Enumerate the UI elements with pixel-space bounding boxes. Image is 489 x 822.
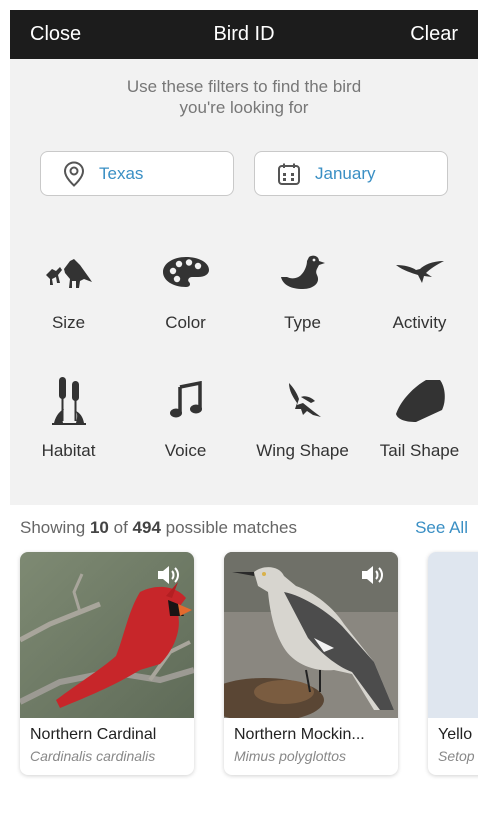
bird-photo bbox=[428, 552, 478, 718]
speaker-icon[interactable] bbox=[156, 564, 182, 586]
calendar-icon bbox=[278, 163, 300, 185]
bird-photo bbox=[224, 552, 398, 718]
app-frame: Close Bird ID Clear Use these filters to… bbox=[10, 10, 478, 810]
category-label: Tail Shape bbox=[379, 441, 460, 460]
date-picker[interactable]: January bbox=[254, 151, 448, 196]
bird-card[interactable]: Northern Mockin... Mimus polyglottos bbox=[224, 552, 398, 775]
category-label: Color bbox=[165, 313, 206, 332]
results-header: Showing 10 of 494 possible matches See A… bbox=[10, 505, 478, 538]
location-value: Texas bbox=[99, 163, 144, 183]
match-count: Showing 10 of 494 possible matches bbox=[20, 518, 297, 538]
category-grid: Size Color Type Activity Habitat Voice W… bbox=[10, 237, 478, 493]
category-label: Habitat bbox=[41, 441, 96, 460]
clear-button[interactable]: Clear bbox=[410, 23, 458, 46]
cattail-icon bbox=[51, 377, 86, 425]
location-picker[interactable]: Texas bbox=[40, 151, 234, 196]
bird-scientific-name: Mimus polyglottos bbox=[234, 748, 347, 764]
category-label: Type bbox=[284, 313, 321, 332]
palette-icon bbox=[162, 257, 209, 287]
count-shown: 10 bbox=[89, 518, 109, 537]
category-label: Wing Shape bbox=[256, 441, 349, 460]
picker-row: Texas January bbox=[40, 151, 448, 196]
count-suffix: possible matches bbox=[165, 518, 297, 537]
category-voice[interactable]: Voice bbox=[127, 365, 244, 493]
location-pin-icon bbox=[63, 160, 85, 187]
bird-common-name: Northern Mockin... bbox=[234, 726, 365, 743]
bird-photo bbox=[20, 552, 194, 718]
count-total: 494 bbox=[132, 518, 161, 537]
category-activity[interactable]: Activity bbox=[361, 237, 478, 365]
bird-card[interactable]: Yello Setop bbox=[428, 552, 478, 775]
close-button[interactable]: Close bbox=[30, 23, 81, 46]
tail-shape-icon bbox=[395, 380, 445, 422]
speaker-icon[interactable] bbox=[360, 564, 386, 586]
results-section: Showing 10 of 494 possible matches See A… bbox=[10, 505, 478, 810]
category-wing-shape[interactable]: Wing Shape bbox=[244, 365, 361, 493]
filter-hint: Use these filters to find the bird you'r… bbox=[126, 77, 362, 117]
bird-card[interactable]: Northern Cardinal Cardinalis cardinalis bbox=[20, 552, 194, 775]
date-value: January bbox=[315, 163, 376, 183]
size-birds-icon bbox=[45, 259, 92, 288]
bird-common-name: Yello bbox=[438, 726, 473, 743]
see-all-link[interactable]: See All bbox=[415, 518, 468, 538]
category-label: Activity bbox=[392, 313, 447, 332]
category-habitat[interactable]: Habitat bbox=[10, 365, 127, 493]
music-note-icon bbox=[169, 381, 202, 418]
filter-panel: Use these filters to find the bird you'r… bbox=[10, 59, 478, 505]
bird-scientific-name: Cardinalis cardinalis bbox=[30, 748, 156, 764]
category-label: Size bbox=[51, 313, 86, 332]
category-color[interactable]: Color bbox=[127, 237, 244, 365]
count-of: of bbox=[113, 518, 128, 537]
category-type[interactable]: Type bbox=[244, 237, 361, 365]
category-tail-shape[interactable]: Tail Shape bbox=[361, 365, 478, 493]
results-carousel[interactable]: Northern Cardinal Cardinalis cardinalis bbox=[20, 552, 478, 782]
category-label: Voice bbox=[164, 441, 207, 460]
bird-scientific-name: Setop bbox=[438, 748, 475, 764]
duck-icon bbox=[280, 255, 325, 289]
wing-shape-icon bbox=[288, 383, 321, 417]
bird-common-name: Northern Cardinal bbox=[30, 726, 157, 743]
flying-bird-icon bbox=[395, 261, 444, 283]
count-prefix: Showing bbox=[20, 518, 86, 537]
category-size[interactable]: Size bbox=[10, 237, 127, 365]
top-bar: Close Bird ID Clear bbox=[10, 10, 478, 59]
